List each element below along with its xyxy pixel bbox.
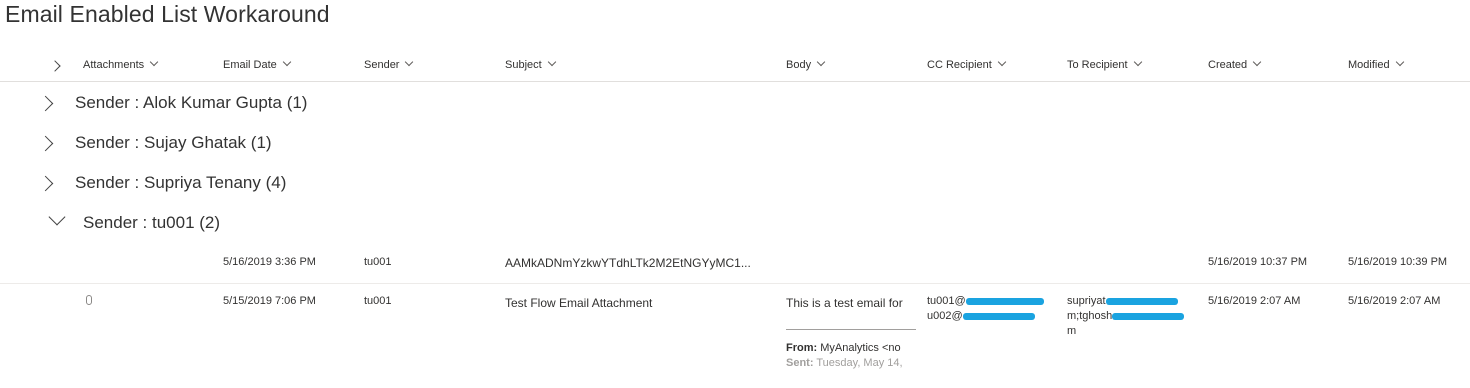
- body-sent-label: Sent:: [786, 357, 814, 369]
- column-header-attachments[interactable]: Attachments: [83, 50, 159, 81]
- email-date-cell: 5/16/2019 3:36 PM: [223, 256, 316, 268]
- cc-recipient-line: u002@: [927, 309, 1044, 324]
- chevron-down-icon: [1252, 57, 1262, 67]
- group-header-supriya-tenany[interactable]: Sender : Supriya Tenany (4): [0, 164, 1470, 204]
- created-cell: 5/16/2019 2:07 AM: [1208, 295, 1301, 307]
- created-cell: 5/16/2019 10:37 PM: [1208, 256, 1308, 268]
- column-header-to-recipient[interactable]: To Recipient: [1067, 50, 1142, 81]
- column-header-row: Attachments Email Date Sender Subject Bo…: [0, 50, 1470, 82]
- chevron-right-icon: [37, 95, 54, 112]
- redaction-mark: [965, 297, 1044, 305]
- column-header-body[interactable]: Body: [786, 50, 826, 81]
- column-header-label: Body: [786, 59, 812, 71]
- group-count: (2): [199, 213, 221, 232]
- to-recipient-line: m;tghosh: [1067, 309, 1185, 324]
- group-label: Sender : Sujay Ghatak (1): [75, 133, 272, 153]
- column-header-label: Email Date: [223, 59, 277, 71]
- group-label: Sender : Supriya Tenany (4): [75, 173, 286, 193]
- body-divider: [786, 329, 916, 330]
- expand-all-groups-button[interactable]: [49, 50, 69, 81]
- to-recipient-text: supriyat: [1067, 295, 1106, 307]
- subject-cell[interactable]: Test Flow Email Attachment: [505, 296, 652, 310]
- column-header-label: Subject: [505, 59, 542, 71]
- chevron-down-icon: [1395, 57, 1404, 67]
- chevron-right-icon: [37, 175, 54, 192]
- subject-cell[interactable]: AAMkADNmYzkwYTdhLTk2M2EtNGYyMC1...: [505, 256, 751, 270]
- body-sent-line: Sent: Tuesday, May 14,: [786, 356, 916, 370]
- group-name: Sender : Alok Kumar Gupta: [75, 93, 282, 112]
- column-header-created[interactable]: Created: [1208, 50, 1262, 81]
- table-row[interactable]: 5/15/2019 7:06 PM tu001 Test Flow Email …: [0, 284, 1470, 388]
- redaction-mark: [1112, 312, 1185, 320]
- cc-recipient-text: tu001@: [927, 295, 966, 307]
- chevron-right-icon: [37, 135, 54, 152]
- chevron-right-icon: [49, 60, 61, 72]
- body-from-label: From:: [786, 342, 818, 354]
- group-header-sujay-ghatak[interactable]: Sender : Sujay Ghatak (1): [0, 124, 1470, 164]
- redaction-mark: [1105, 297, 1178, 305]
- body-from-value: MyAnalytics <no: [820, 342, 901, 354]
- body-from-line: From: MyAnalytics <no: [786, 341, 916, 356]
- to-recipient-cell: supriyat m;tghosh m: [1067, 294, 1185, 339]
- body-sent-value: Tuesday, May 14,: [816, 357, 903, 369]
- group-count: (4): [265, 173, 287, 192]
- column-header-email-date[interactable]: Email Date: [223, 50, 292, 81]
- chevron-down-icon: [405, 57, 414, 67]
- modified-cell: 5/16/2019 2:07 AM: [1348, 295, 1441, 307]
- column-header-label: Modified: [1348, 59, 1390, 71]
- attachment-cell: [86, 295, 92, 308]
- column-header-sender[interactable]: Sender: [364, 50, 414, 81]
- to-recipient-line: m: [1067, 325, 1077, 337]
- to-recipient-text: m;tghosh: [1067, 310, 1113, 322]
- group-name: Sender : tu001: [83, 213, 195, 232]
- group-header-tu001[interactable]: Sender : tu001 (2): [0, 204, 1470, 244]
- group-label: Sender : Alok Kumar Gupta (1): [75, 93, 307, 113]
- table-row[interactable]: 5/16/2019 3:36 PM tu001 AAMkADNmYzkwYTdh…: [0, 244, 1470, 284]
- chevron-down-icon: [282, 57, 292, 67]
- column-header-subject[interactable]: Subject: [505, 50, 556, 81]
- chevron-down-icon: [997, 57, 1007, 67]
- column-header-label: Created: [1208, 59, 1248, 71]
- column-header-label: Sender: [364, 59, 400, 71]
- column-header-label: To Recipient: [1067, 59, 1128, 71]
- group-count: (1): [250, 133, 272, 152]
- body-cell: This is a test email for From: MyAnalyti…: [786, 295, 916, 388]
- chevron-down-icon: [48, 208, 66, 226]
- body-first-line: This is a test email for: [786, 296, 903, 310]
- page-title: Email Enabled List Workaround: [5, 1, 330, 27]
- column-header-label: Attachments: [83, 59, 145, 71]
- group-label: Sender : tu001 (2): [83, 213, 220, 233]
- sender-cell: tu001: [364, 295, 392, 307]
- cc-recipient-line: tu001@: [927, 294, 1044, 309]
- column-header-label: CC Recipient: [927, 59, 992, 71]
- redaction-mark: [962, 312, 1035, 320]
- group-header-alok-kumar-gupta[interactable]: Sender : Alok Kumar Gupta (1): [0, 84, 1470, 124]
- paperclip-icon: [86, 295, 92, 305]
- column-header-modified[interactable]: Modified: [1348, 50, 1404, 81]
- group-name: Sender : Sujay Ghatak: [75, 133, 247, 152]
- to-recipient-line: supriyat: [1067, 294, 1184, 309]
- cc-recipient-text: u002@: [927, 310, 963, 322]
- group-count: (1): [286, 93, 308, 112]
- chevron-down-icon: [149, 57, 159, 67]
- chevron-down-icon: [1133, 57, 1142, 67]
- cc-recipient-cell: tu001@ u002@: [927, 294, 1044, 324]
- chevron-down-icon: [816, 57, 826, 67]
- modified-cell: 5/16/2019 10:39 PM: [1348, 256, 1448, 268]
- email-date-cell: 5/15/2019 7:06 PM: [223, 295, 316, 307]
- sender-cell: tu001: [364, 256, 392, 268]
- chevron-down-icon: [547, 57, 556, 67]
- group-name: Sender : Supriya Tenany: [75, 173, 261, 192]
- column-header-cc-recipient[interactable]: CC Recipient: [927, 50, 1007, 81]
